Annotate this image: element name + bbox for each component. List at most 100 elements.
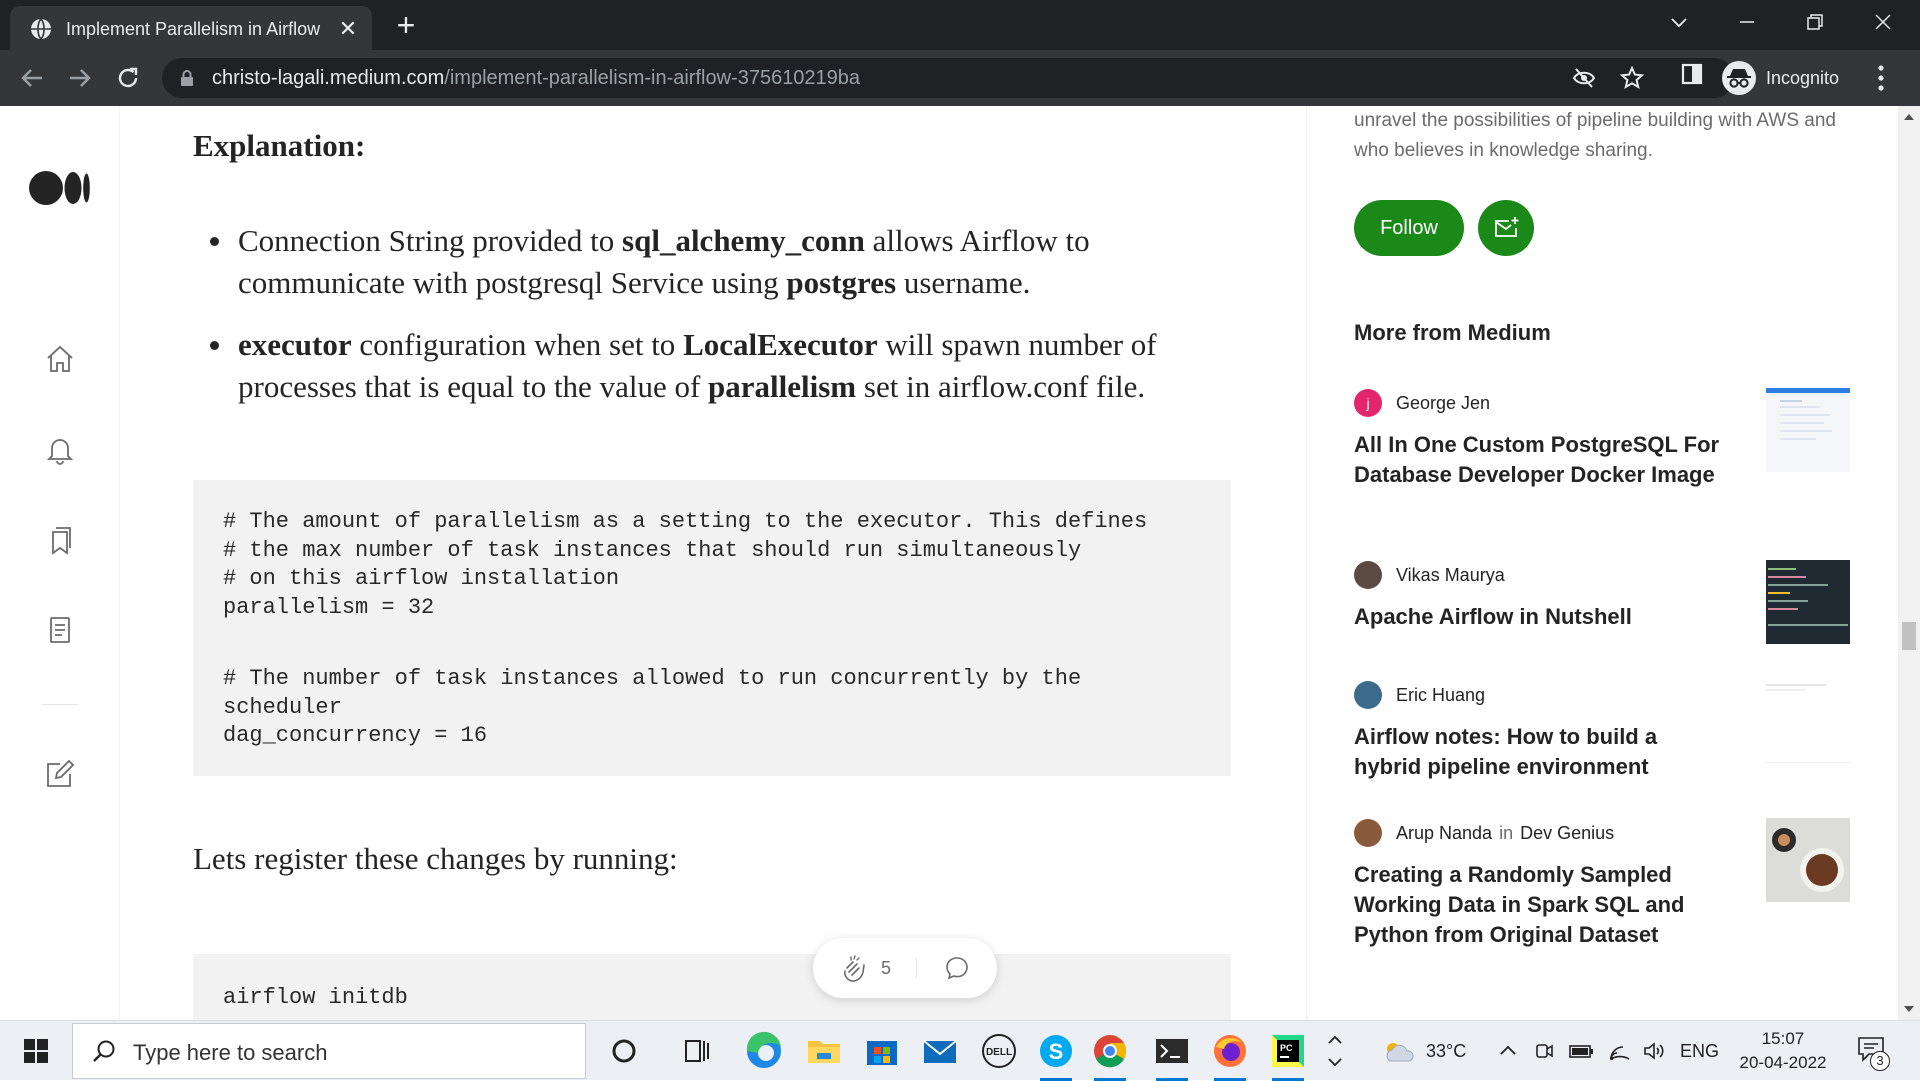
pycharm-app[interactable]: PC: [1264, 1027, 1312, 1081]
eye-off-icon[interactable]: [1572, 66, 1596, 90]
follow-button[interactable]: Follow: [1354, 200, 1464, 256]
author-bio: unravel the possibilities of pipeline bu…: [1354, 110, 1836, 161]
svg-text:DELL: DELL: [986, 1047, 1012, 1058]
store-icon: [867, 1041, 897, 1065]
scrollbar-thumb[interactable]: [1902, 622, 1916, 650]
bookmark-star-icon[interactable]: [1620, 66, 1644, 90]
windows-taskbar: Type here to search DELL S PC 33°C ENG 1…: [0, 1020, 1920, 1081]
story-thumbnail[interactable]: [1766, 680, 1850, 764]
lock-icon[interactable]: [180, 70, 194, 86]
minimize-icon: [1740, 21, 1754, 23]
story-author[interactable]: Vikas Maurya: [1354, 560, 1505, 590]
battery-icon[interactable]: [1568, 1040, 1594, 1062]
volume-icon[interactable]: [1642, 1040, 1666, 1062]
file-explorer-app[interactable]: [800, 1027, 848, 1075]
scroll-up-arrow-icon[interactable]: [1904, 114, 1914, 120]
restore-button[interactable]: [1784, 0, 1848, 44]
reload-icon[interactable]: [112, 62, 144, 94]
browser-tab-strip: Implement Parallelism in Airflow ✕ +: [0, 0, 1920, 50]
close-window-button[interactable]: [1852, 0, 1916, 44]
forward-arrow-icon[interactable]: [64, 62, 96, 94]
story-title[interactable]: Creating a Randomly Sampled Working Data…: [1354, 860, 1724, 950]
input-language[interactable]: ENG: [1680, 1041, 1719, 1062]
cortana-button[interactable]: [600, 1027, 648, 1075]
weather-widget[interactable]: 33°C: [1382, 1021, 1466, 1081]
new-tab-button[interactable]: +: [390, 9, 422, 42]
weather-temperature: 33°C: [1426, 1040, 1467, 1061]
story-author[interactable]: Eric Huang: [1354, 680, 1485, 710]
svg-text:PC: PC: [1280, 1043, 1293, 1053]
avatar: j: [1354, 389, 1382, 417]
start-button[interactable]: [0, 1021, 70, 1081]
divider: [916, 958, 917, 978]
chevron-down-icon: [1671, 18, 1687, 28]
restore-icon: [1807, 14, 1823, 30]
story-author[interactable]: Arup Nanda in Dev Genius: [1354, 818, 1614, 848]
right-sidebar: unravel the possibilities of pipeline bu…: [1306, 106, 1880, 1020]
story-thumbnail[interactable]: [1766, 560, 1850, 644]
page-scrollbar[interactable]: [1898, 106, 1920, 1020]
action-center-button[interactable]: 3: [1856, 1035, 1890, 1071]
bell-icon[interactable]: [44, 434, 76, 466]
clock-time: 15:07: [1761, 1029, 1805, 1048]
incognito-profile-button[interactable]: Incognito: [1722, 58, 1839, 98]
skype-app[interactable]: S: [1032, 1027, 1080, 1081]
url-text[interactable]: christo-lagali.medium.com/implement-para…: [212, 67, 860, 90]
response-bubble-icon[interactable]: [943, 954, 971, 982]
taskbar-scroll-icon[interactable]: [1325, 1029, 1345, 1073]
tab-title: Implement Parallelism in Airflow: [66, 19, 321, 39]
story-thumbnail[interactable]: [1766, 818, 1850, 902]
bullet-list: Connection String provided to sql_alchem…: [193, 220, 1193, 408]
minimize-button[interactable]: [1716, 0, 1780, 44]
taskbar-search-input[interactable]: Type here to search: [72, 1023, 586, 1079]
clap-icon[interactable]: [839, 954, 869, 984]
wifi-icon[interactable]: [1608, 1040, 1632, 1062]
story-title[interactable]: Airflow notes: How to build a hybrid pip…: [1354, 722, 1724, 782]
subscribe-email-button[interactable]: [1478, 200, 1534, 256]
story-title[interactable]: All In One Custom PostgreSQL For Databas…: [1354, 430, 1724, 490]
taskbar-clock[interactable]: 15:07 20-04-2022: [1730, 1027, 1836, 1075]
paragraph: Lets register these changes by running:: [193, 841, 678, 876]
firefox-app[interactable]: [1206, 1027, 1254, 1081]
close-tab-icon[interactable]: ✕: [336, 17, 360, 41]
write-icon[interactable]: [44, 758, 76, 790]
windows-logo-icon: [24, 1039, 48, 1063]
list-item: executor configuration when set to Local…: [193, 324, 1193, 408]
task-view-icon: [685, 1040, 709, 1062]
list-item: Connection String provided to sql_alchem…: [193, 220, 1193, 304]
address-bar[interactable]: christo-lagali.medium.com/implement-para…: [162, 58, 1734, 98]
medium-logo-icon[interactable]: [29, 170, 91, 206]
svg-text:S: S: [1049, 1039, 1064, 1064]
kebab-menu-icon[interactable]: [1876, 64, 1886, 92]
nav-divider: [42, 704, 78, 705]
terminal-app[interactable]: [1148, 1027, 1196, 1081]
story-thumbnail[interactable]: [1766, 388, 1850, 472]
incognito-label: Incognito: [1766, 67, 1840, 88]
side-panel-icon[interactable]: [1680, 62, 1704, 86]
chevron-up-icon[interactable]: [1498, 1041, 1518, 1061]
clap-count: 5: [881, 958, 892, 978]
browser-tab-active[interactable]: Implement Parallelism in Airflow ✕: [10, 6, 372, 50]
mail-app[interactable]: [916, 1027, 964, 1075]
publication-name: Dev Genius: [1520, 822, 1615, 843]
dell-app[interactable]: DELL: [975, 1027, 1023, 1075]
back-arrow-icon[interactable]: [16, 62, 48, 94]
more-from-medium-heading: More from Medium: [1354, 320, 1551, 345]
skype-icon: S: [1040, 1035, 1072, 1067]
meet-now-icon[interactable]: [1534, 1040, 1554, 1062]
story-author[interactable]: j George Jen: [1354, 388, 1490, 418]
stories-icon[interactable]: [44, 614, 76, 646]
bookmarks-icon[interactable]: [44, 524, 76, 556]
code-block-command: airflow initdb: [193, 954, 1231, 1020]
task-view-button[interactable]: [672, 1027, 720, 1075]
folder-icon: [808, 1041, 840, 1063]
chrome-app[interactable]: [1086, 1027, 1134, 1081]
microsoft-store-app[interactable]: [858, 1027, 906, 1075]
home-icon[interactable]: [44, 343, 76, 375]
scroll-down-arrow-icon[interactable]: [1904, 1006, 1914, 1012]
mail-plus-icon: [1495, 217, 1519, 237]
edge-app[interactable]: [740, 1027, 788, 1075]
story-title[interactable]: Apache Airflow in Nutshell: [1354, 602, 1724, 632]
terminal-icon: [1156, 1039, 1188, 1063]
tab-search-button[interactable]: [1648, 0, 1712, 44]
